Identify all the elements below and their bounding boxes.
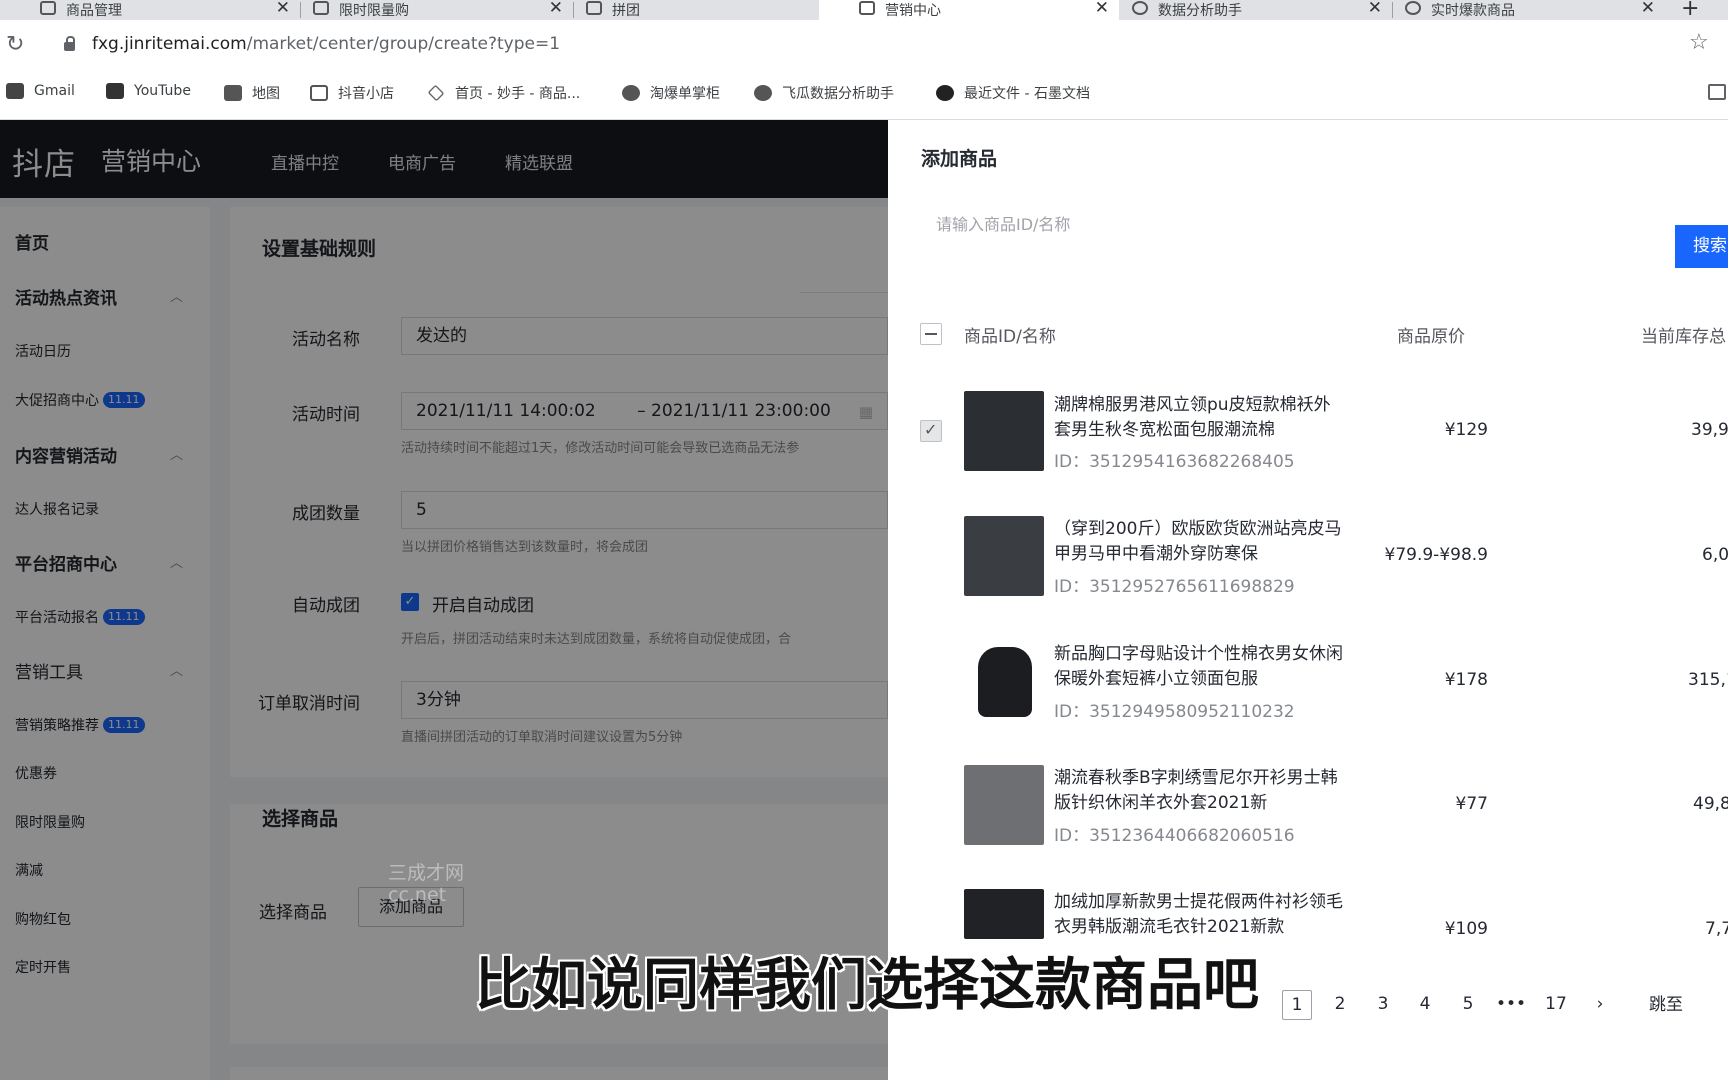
product-search-input[interactable]: 请输入商品ID/名称 (921, 204, 1564, 246)
bookmark-label: 飞瓜数据分析助手 (782, 86, 894, 102)
globe-icon (622, 85, 640, 101)
tab-data-analysis[interactable]: 数据分析助手 ✕ (1092, 0, 1392, 20)
url-field[interactable]: fxg.jinritemai.com/market/center/group/c… (92, 34, 560, 54)
watermark: 三成才网 cc.net (388, 862, 465, 906)
tab-label: 限时限量购 (339, 3, 409, 19)
new-tab-button[interactable]: + (1681, 0, 1699, 21)
tab-marketing-center[interactable]: 营销中心 ✕ (819, 0, 1119, 20)
tab-hot-products[interactable]: 实时爆款商品 ✕ (1365, 0, 1665, 20)
douyin-store-icon (313, 1, 329, 15)
bookmark-label: 抖音小店 (338, 86, 394, 102)
browser-tab-strip: 商品管理 ✕ 限时限量购 ✕ 拼团 ✕ 营销中心 ✕ 数据分析助手 ✕ 实时爆款… (0, 0, 1728, 21)
modal-overlay[interactable] (0, 120, 888, 1080)
bookmark-feigua[interactable]: 飞瓜数据分析助手 (754, 83, 894, 103)
douyin-store-icon (310, 85, 328, 101)
add-product-drawer: 添加商品 请输入商品ID/名称 (888, 120, 1728, 1080)
bookmark-map[interactable]: 地图 (224, 83, 280, 103)
bookmark-douyin-store[interactable]: 抖音小店 (310, 83, 394, 103)
tab-label: 拼团 (612, 3, 640, 19)
douyin-store-icon (859, 1, 875, 15)
tab-label: 营销中心 (885, 3, 941, 19)
url-host: fxg.jinritemai.com (92, 34, 247, 54)
miaoshou-icon (427, 84, 445, 102)
tab-label: 数据分析助手 (1158, 3, 1242, 19)
bookmark-label: 淘爆单掌柜 (650, 86, 720, 102)
bookmark-star-icon[interactable]: ☆ (1689, 30, 1709, 55)
bookmark-shimo[interactable]: 最近文件 - 石墨文档 (936, 83, 1090, 103)
bookmark-label: Gmail (34, 83, 75, 99)
url-path: /market/center/group/create?type=1 (246, 34, 561, 54)
map-icon (224, 85, 242, 101)
gmail-icon (6, 83, 24, 99)
tab-group-buy[interactable]: 拼团 ✕ (546, 0, 846, 20)
shimo-icon (936, 85, 954, 101)
tab-label: 商品管理 (66, 3, 122, 19)
lock-icon[interactable] (64, 36, 75, 51)
address-bar: ↻ fxg.jinritemai.com/market/center/group… (0, 20, 1728, 68)
feigua-icon (1132, 1, 1148, 15)
bookmark-taobao[interactable]: 淘爆单掌柜 (622, 83, 720, 103)
reading-list-icon[interactable] (1708, 84, 1726, 100)
video-caption: 比如说同样我们选择这款商品吧 (475, 953, 1259, 1018)
tab-label: 实时爆款商品 (1431, 3, 1515, 19)
search-button[interactable]: 搜索 (1675, 225, 1728, 268)
tab-limited-time[interactable]: 限时限量购 ✕ (273, 0, 573, 20)
bookmark-youtube[interactable]: YouTube (106, 83, 191, 99)
feigua-icon (1405, 1, 1421, 15)
bookmark-gmail[interactable]: Gmail (6, 83, 75, 99)
tab-product-management[interactable]: 商品管理 ✕ (0, 0, 300, 20)
bookmark-label: YouTube (134, 83, 191, 99)
bookmarks-bar: Gmail YouTube 地图 抖音小店 首页 - 妙手 - 商品... 淘爆… (0, 68, 1728, 120)
feigua-icon (754, 85, 772, 101)
douyin-store-icon (586, 1, 602, 15)
douyin-store-icon (40, 1, 56, 15)
reload-icon[interactable]: ↻ (6, 32, 24, 57)
drawer-title: 添加商品 (921, 148, 998, 170)
bookmark-miaoshou[interactable]: 首页 - 妙手 - 商品... (427, 83, 580, 103)
bookmark-label: 首页 - 妙手 - 商品... (455, 86, 581, 102)
bookmark-label: 最近文件 - 石墨文档 (964, 86, 1090, 102)
bookmark-label: 地图 (252, 86, 280, 102)
close-icon[interactable]: ✕ (1641, 0, 1655, 18)
youtube-icon (106, 83, 124, 99)
